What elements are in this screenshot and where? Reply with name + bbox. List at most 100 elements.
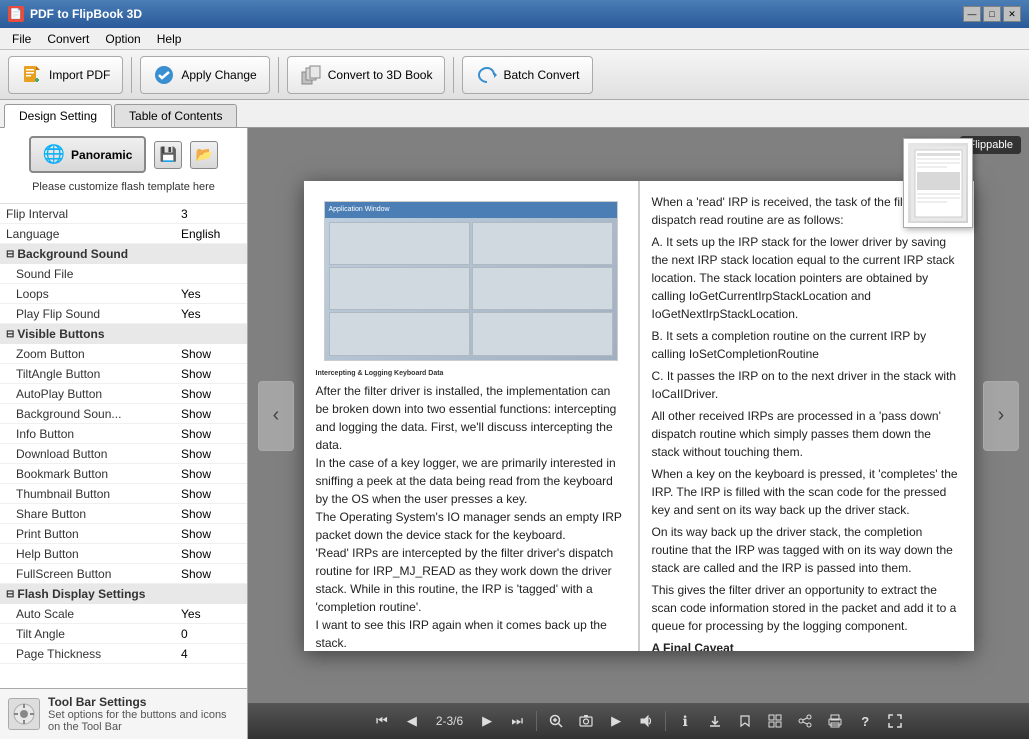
bg-sound-section[interactable]: ⊟ Background Sound (0, 244, 247, 264)
play-flip-sound-label: Play Flip Sound (16, 307, 181, 321)
menu-file[interactable]: File (4, 30, 39, 48)
play-btn[interactable]: ▶ (602, 707, 630, 735)
import-pdf-button[interactable]: Import PDF (8, 56, 123, 94)
flash-display-toggle[interactable]: ⊟ (6, 589, 14, 600)
tab-design-setting[interactable]: Design Setting (4, 104, 112, 128)
save-icon-btn[interactable]: 💾 (154, 141, 182, 169)
help-button-value: Show (181, 547, 241, 561)
sound-file-row[interactable]: Sound File (0, 264, 247, 284)
window-controls: — □ ✕ (963, 6, 1021, 22)
apply-change-button[interactable]: Apply Change (140, 56, 269, 94)
print-button-label: Print Button (16, 527, 181, 541)
flip-interval-row[interactable]: Flip Interval 3 (0, 204, 247, 224)
fullscreen-btn[interactable] (881, 707, 909, 735)
prev-page-btn[interactable]: ◀ (398, 707, 426, 735)
toolbar-settings-icon (8, 698, 40, 730)
last-page-btn[interactable]: ⏭ (503, 707, 531, 735)
prev-page-arrow[interactable]: ‹ (258, 381, 294, 451)
print-button-row[interactable]: Print Button Show (0, 524, 247, 544)
print-btn[interactable] (821, 707, 849, 735)
page-thickness-row[interactable]: Page Thickness 4 (0, 644, 247, 664)
batch-convert-label: Batch Convert (503, 68, 579, 82)
auto-scale-row[interactable]: Auto Scale Yes (0, 604, 247, 624)
bookmark-button-value: Show (181, 467, 241, 481)
help-button-row[interactable]: Help Button Show (0, 544, 247, 564)
autoplay-button-value: Show (181, 387, 241, 401)
thumbnail-button-row[interactable]: Thumbnail Button Show (0, 484, 247, 504)
menu-bar: File Convert Option Help (0, 28, 1029, 50)
minimize-button[interactable]: — (963, 6, 981, 22)
close-button[interactable]: ✕ (1003, 6, 1021, 22)
first-page-btn[interactable]: ⏮ (368, 707, 396, 735)
background-sound-button-row[interactable]: Background Soun... Show (0, 404, 247, 424)
print-button-value: Show (181, 527, 241, 541)
flash-display-section[interactable]: ⊟ Flash Display Settings (0, 584, 247, 604)
tilt-angle-button-value: Show (181, 367, 241, 381)
screenshot-cell-6 (472, 312, 613, 355)
sound-btn[interactable] (632, 707, 660, 735)
auto-scale-label: Auto Scale (16, 607, 181, 621)
page-thickness-label: Page Thickness (16, 647, 181, 661)
help-btn[interactable]: ? (851, 707, 879, 735)
toolbar-settings-description: Set options for the buttons and icons on… (48, 709, 239, 733)
bookmark-btn[interactable] (731, 707, 759, 735)
toolbar-separator-1 (131, 57, 132, 93)
toolbar-settings-text: Tool Bar Settings Set options for the bu… (48, 695, 239, 733)
bookmark-button-row[interactable]: Bookmark Button Show (0, 464, 247, 484)
language-value: English (181, 227, 241, 241)
fullscreen-button-label: FullScreen Button (16, 567, 181, 581)
screenshot-cell-1 (329, 222, 470, 265)
menu-help[interactable]: Help (149, 30, 190, 48)
zoom-in-btn[interactable] (542, 707, 570, 735)
download-button-row[interactable]: Download Button Show (0, 444, 247, 464)
convert-3d-button[interactable]: Convert to 3D Book (287, 56, 446, 94)
tilt-angle-button-label: TiltAngle Button (16, 367, 181, 381)
panoramic-button[interactable]: 🌐 Panoramic (29, 136, 147, 173)
toolbar-settings-title: Tool Bar Settings (48, 695, 239, 709)
maximize-button[interactable]: □ (983, 6, 1001, 22)
language-label: Language (6, 227, 181, 241)
play-flip-sound-row[interactable]: Play Flip Sound Yes (0, 304, 247, 324)
next-page-btn2[interactable]: ▶ (473, 707, 501, 735)
menu-convert[interactable]: Convert (39, 30, 97, 48)
share-btn[interactable] (791, 707, 819, 735)
tilt-angle-row[interactable]: Tilt Angle 0 (0, 624, 247, 644)
next-page-arrow[interactable]: › (983, 381, 1019, 451)
loops-row[interactable]: Loops Yes (0, 284, 247, 304)
fullscreen-button-row[interactable]: FullScreen Button Show (0, 564, 247, 584)
info-button-row[interactable]: Info Button Show (0, 424, 247, 444)
folder-icon-btn[interactable]: 📂 (190, 141, 218, 169)
language-row[interactable]: Language English (0, 224, 247, 244)
visible-buttons-toggle[interactable]: ⊟ (6, 329, 14, 340)
download-btn[interactable] (701, 707, 729, 735)
tabs-bar: Design Setting Table of Contents (0, 100, 1029, 128)
info-button-value: Show (181, 427, 241, 441)
share-button-row[interactable]: Share Button Show (0, 504, 247, 524)
autoplay-button-label: AutoPlay Button (16, 387, 181, 401)
thumbnail-button-value: Show (181, 487, 241, 501)
download-button-value: Show (181, 447, 241, 461)
app-icon: 📄 (8, 6, 24, 22)
page-screenshot: Application Window (324, 201, 618, 361)
download-button-label: Download Button (16, 447, 181, 461)
help-button-label: Help Button (16, 547, 181, 561)
app-title: PDF to FlipBook 3D (30, 7, 963, 21)
right-page: When a 'read' IRP is received, the task … (639, 181, 974, 651)
flip-interval-label: Flip Interval (6, 207, 181, 221)
background-sound-button-label: Background Soun... (16, 407, 181, 421)
batch-convert-button[interactable]: Batch Convert (462, 56, 592, 94)
thumbnail-btn[interactable] (761, 707, 789, 735)
tab-table-of-contents[interactable]: Table of Contents (114, 104, 237, 127)
menu-option[interactable]: Option (97, 30, 148, 48)
panoramic-row: 🌐 Panoramic 💾 📂 (29, 136, 219, 173)
toolbar-sep-2 (665, 711, 666, 731)
tilt-angle-button-row[interactable]: TiltAngle Button Show (0, 364, 247, 384)
bg-sound-toggle[interactable]: ⊟ (6, 249, 14, 260)
visible-buttons-section[interactable]: ⊟ Visible Buttons (0, 324, 247, 344)
zoom-button-row[interactable]: Zoom Button Show (0, 344, 247, 364)
sound-file-label: Sound File (16, 267, 181, 281)
info-btn[interactable]: ℹ (671, 707, 699, 735)
autoplay-button-row[interactable]: AutoPlay Button Show (0, 384, 247, 404)
screenshot-btn[interactable] (572, 707, 600, 735)
apply-change-label: Apply Change (181, 68, 256, 82)
